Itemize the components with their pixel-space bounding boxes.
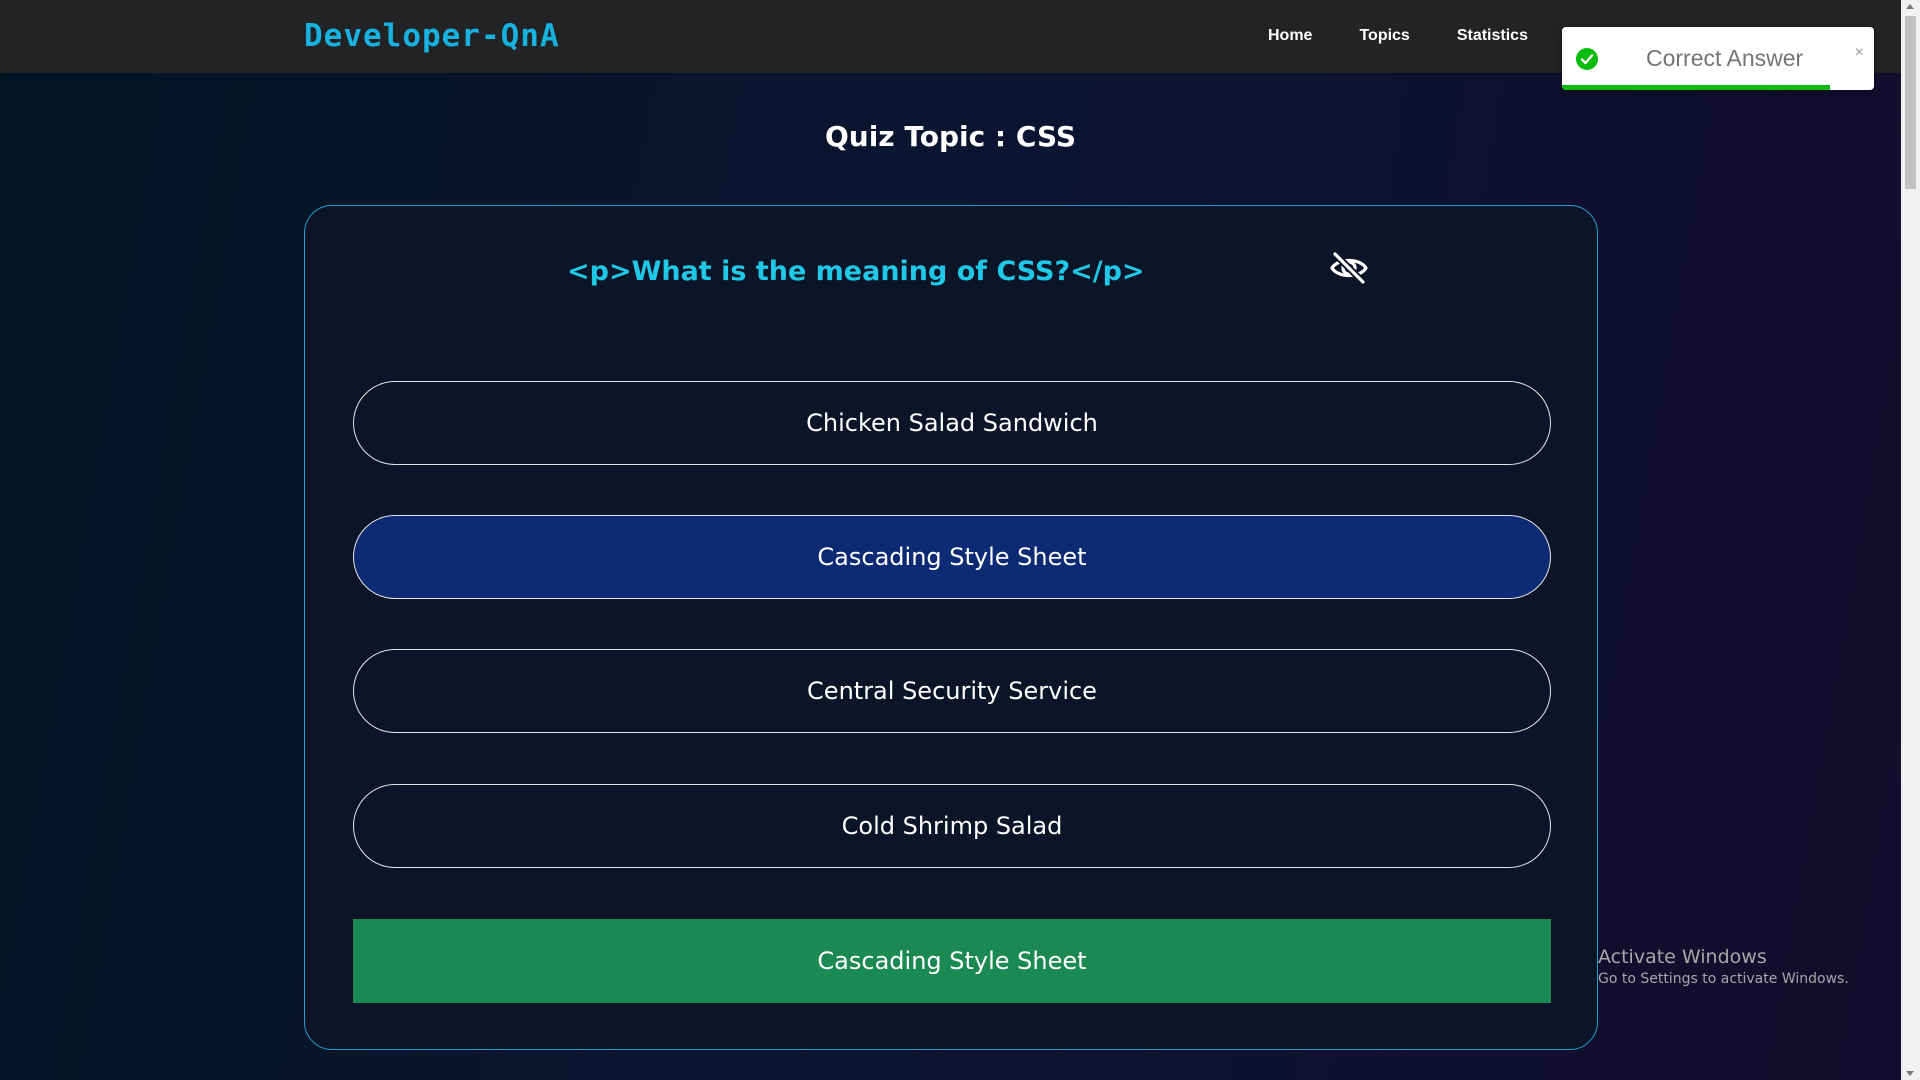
watermark-title: Activate Windows [1598, 946, 1767, 968]
page-title: Quiz Topic : CSS [824, 120, 1077, 153]
windows-activation-watermark: Activate Windows Go to Settings to activ… [1598, 946, 1849, 987]
check-circle-icon [1576, 48, 1598, 70]
nav-links: Home Topics Statistics [1268, 27, 1575, 45]
correct-answer-box: Cascading Style Sheet [353, 919, 1551, 1003]
toast-notification: Correct Answer × [1562, 27, 1874, 90]
option-3[interactable]: Central Security Service [353, 649, 1551, 733]
nav-link-statistics[interactable]: Statistics [1457, 27, 1528, 45]
nav-link-topics[interactable]: Topics [1359, 27, 1409, 45]
nav-link-home[interactable]: Home [1268, 27, 1312, 45]
toast-message: Correct Answer [1646, 45, 1804, 71]
watermark-subtitle: Go to Settings to activate Windows. [1598, 971, 1849, 987]
option-label: Cascading Style Sheet [817, 543, 1087, 571]
option-label: Cold Shrimp Salad [841, 812, 1063, 840]
scroll-down-icon[interactable] [1906, 1071, 1914, 1076]
question-text: <p>What is the meaning of CSS?</p> [567, 256, 1145, 287]
scroll-thumb[interactable] [1905, 16, 1916, 189]
quiz-card: <p>What is the meaning of CSS?</p> Chick… [304, 205, 1598, 1050]
toast-progress-bar [1562, 85, 1831, 90]
option-4[interactable]: Cold Shrimp Salad [353, 784, 1551, 868]
option-label: Chicken Salad Sandwich [806, 409, 1098, 437]
scrollbar[interactable] [1901, 0, 1920, 1080]
brand-logo[interactable]: Developer-QnA [304, 18, 560, 54]
correct-answer-label: Cascading Style Sheet [817, 947, 1087, 975]
scroll-up-icon[interactable] [1906, 4, 1914, 9]
option-2[interactable]: Cascading Style Sheet [353, 515, 1551, 599]
eye-slash-icon[interactable] [1328, 247, 1370, 289]
close-icon[interactable]: × [1855, 45, 1864, 61]
option-1[interactable]: Chicken Salad Sandwich [353, 381, 1551, 465]
option-label: Central Security Service [807, 677, 1097, 705]
